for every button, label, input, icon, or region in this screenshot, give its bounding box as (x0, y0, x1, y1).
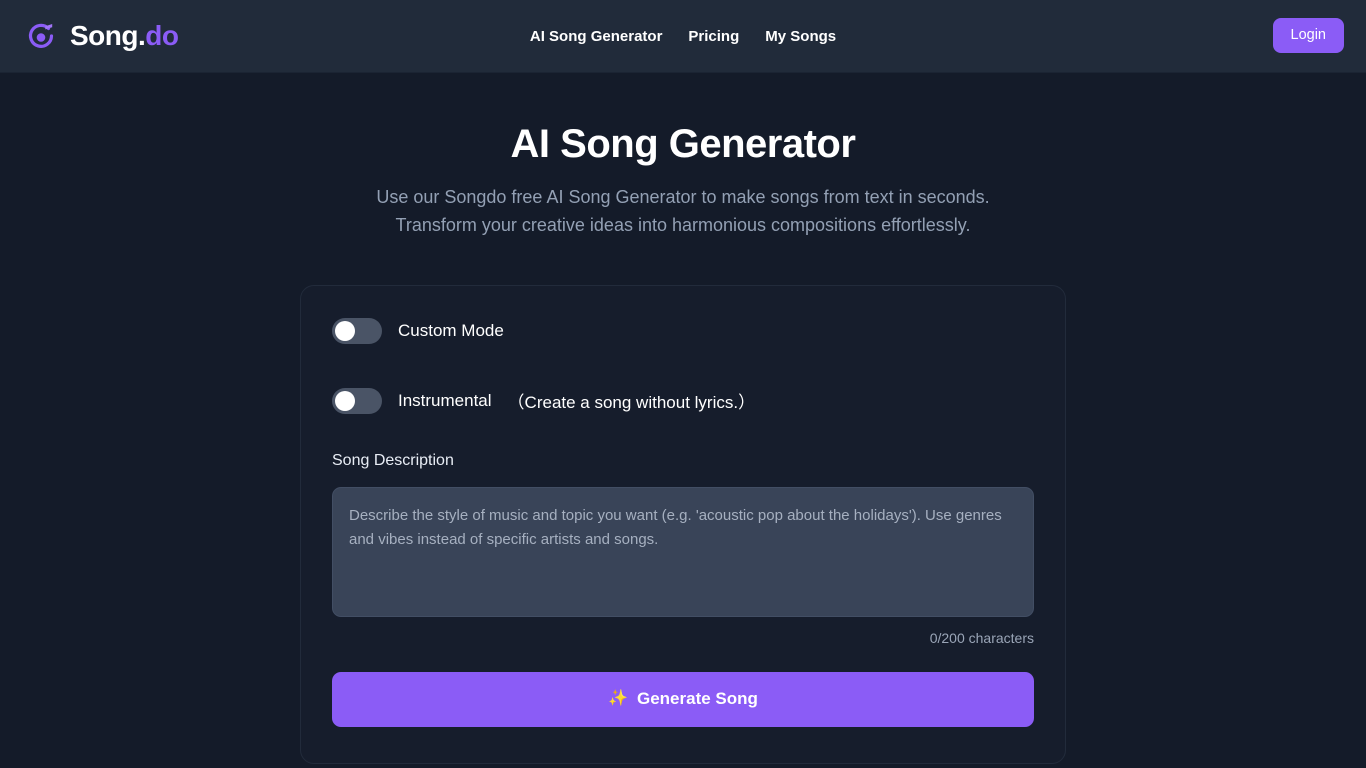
music-note-circle-icon (24, 19, 58, 53)
generator-card-wrapper: Custom Mode Instrumental （Create a song … (0, 284, 1366, 764)
custom-mode-row: Custom Mode (332, 317, 1034, 344)
brand-logo[interactable]: Song.do (24, 19, 179, 53)
hero-subtitle: Use our Songdo free AI Song Generator to… (0, 184, 1366, 240)
generate-song-button[interactable]: ✨ Generate Song (332, 671, 1034, 727)
instrumental-toggle[interactable] (332, 387, 382, 414)
generate-song-label: Generate Song (637, 689, 758, 709)
custom-mode-toggle[interactable] (332, 317, 382, 344)
song-description-input[interactable] (332, 486, 1034, 617)
nav-item-pricing[interactable]: Pricing (688, 28, 739, 45)
toggle-knob-icon (335, 390, 355, 411)
song-description-label: Song Description (332, 451, 454, 469)
instrumental-label: Instrumental (398, 390, 492, 410)
brand-name-primary: Song. (70, 20, 146, 51)
hero-subtitle-line-2: Transform your creative ideas into harmo… (395, 214, 971, 235)
nav-item-my-songs[interactable]: My Songs (765, 28, 836, 45)
page-title: AI Song Generator (510, 122, 856, 166)
nav-item-ai-song-generator[interactable]: AI Song Generator (530, 28, 663, 45)
login-button[interactable]: Login (1272, 18, 1344, 54)
character-counter: 0/200 characters (929, 629, 1034, 646)
site-header: Song.do AI Song Generator Pricing My Son… (0, 0, 1366, 73)
hero-section: AI Song Generator Use our Songdo free AI… (0, 73, 1366, 240)
brand-name: Song.do (70, 20, 179, 51)
instrumental-row: Instrumental （Create a song without lyri… (332, 387, 1034, 414)
main-nav: AI Song Generator Pricing My Songs (530, 28, 836, 45)
hero-subtitle-line-1: Use our Songdo free AI Song Generator to… (376, 187, 990, 207)
toggle-knob-icon (335, 320, 355, 341)
song-generator-card: Custom Mode Instrumental （Create a song … (300, 284, 1066, 764)
instrumental-hint: （Create a song without lyrics.） (507, 393, 756, 413)
brand-name-accent: do (145, 20, 179, 51)
sparkles-icon: ✨ (608, 690, 628, 708)
custom-mode-label: Custom Mode (398, 320, 504, 340)
